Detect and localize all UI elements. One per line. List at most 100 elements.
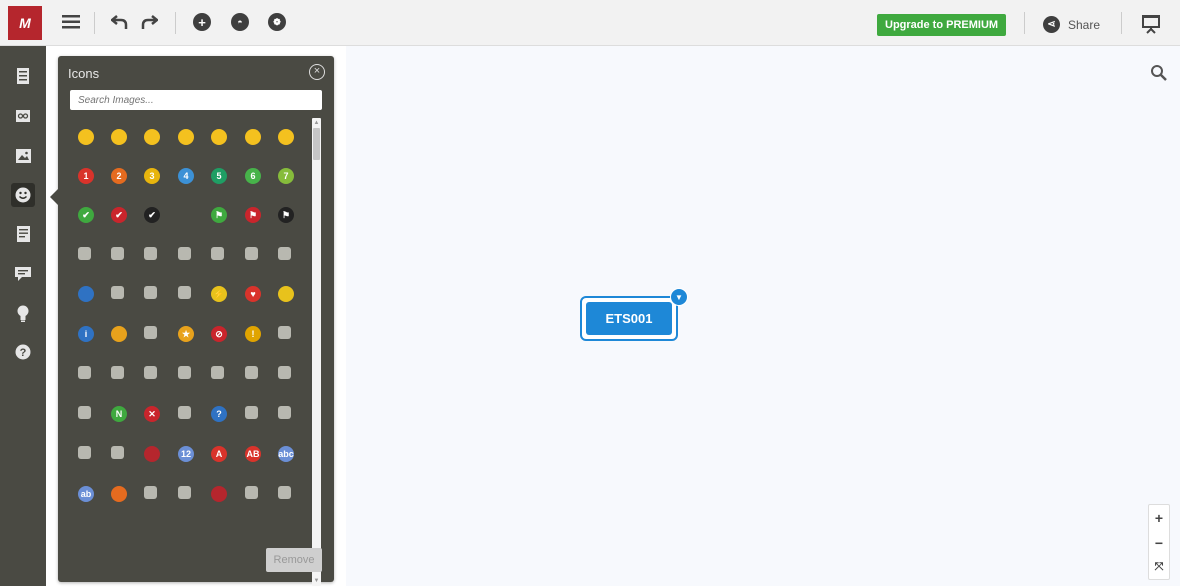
library-icon[interactable]: ✕ xyxy=(144,406,160,422)
view-icon[interactable]: ◓ xyxy=(227,9,253,35)
library-icon[interactable]: ⚑ xyxy=(245,207,261,223)
library-icon[interactable] xyxy=(144,286,157,299)
library-icon[interactable] xyxy=(278,366,291,379)
library-icon[interactable] xyxy=(78,247,91,260)
redo-icon[interactable] xyxy=(136,9,162,35)
mindmap-node[interactable]: ETS001 xyxy=(580,296,678,341)
library-icon[interactable]: ✔ xyxy=(78,207,94,223)
library-icon[interactable] xyxy=(111,446,124,459)
scroll-down-arrow[interactable]: ▼ xyxy=(313,577,320,585)
library-icon[interactable]: 12 xyxy=(178,446,194,462)
library-icon[interactable]: ✔ xyxy=(111,207,127,223)
library-icon[interactable] xyxy=(278,406,291,419)
library-icon[interactable] xyxy=(278,247,291,260)
library-icon[interactable] xyxy=(144,486,157,499)
library-icon[interactable] xyxy=(211,247,224,260)
library-icon[interactable] xyxy=(111,326,127,342)
library-icon[interactable] xyxy=(144,326,157,339)
library-icon[interactable] xyxy=(78,286,94,302)
library-icon[interactable] xyxy=(78,129,94,145)
comments-icon[interactable] xyxy=(11,262,35,286)
zoom-in-button[interactable]: + xyxy=(1155,510,1163,526)
library-icon[interactable] xyxy=(111,129,127,145)
library-icon[interactable]: ⚡ xyxy=(211,286,227,302)
library-icon[interactable] xyxy=(245,366,258,379)
present-icon[interactable] xyxy=(1140,14,1162,34)
library-icon[interactable] xyxy=(211,486,227,502)
library-icon[interactable]: ? xyxy=(211,406,227,422)
library-icon[interactable]: 5 xyxy=(211,168,227,184)
remove-button[interactable]: Remove xyxy=(266,548,322,572)
library-icon[interactable]: 6 xyxy=(245,168,261,184)
library-icon[interactable] xyxy=(278,326,291,339)
library-icon[interactable] xyxy=(178,366,191,379)
library-icon[interactable] xyxy=(144,247,157,260)
menu-icon[interactable] xyxy=(58,9,84,35)
library-icon[interactable] xyxy=(178,247,191,260)
library-icon[interactable]: N xyxy=(111,406,127,422)
zoom-out-button[interactable]: − xyxy=(1155,535,1163,551)
library-icon[interactable]: 4 xyxy=(178,168,194,184)
palette-icon[interactable]: ❁ xyxy=(264,9,290,35)
upgrade-premium-button[interactable]: Upgrade to PREMIUM xyxy=(877,14,1007,36)
library-icon[interactable]: abc xyxy=(278,446,294,462)
library-icon[interactable]: ab xyxy=(78,486,94,502)
idea-bulb-icon[interactable] xyxy=(11,301,35,325)
library-icon[interactable] xyxy=(278,129,294,145)
library-icon[interactable] xyxy=(111,486,127,502)
library-icon[interactable]: ⚑ xyxy=(278,207,294,223)
close-icon[interactable]: × xyxy=(309,64,325,80)
search-images-input[interactable] xyxy=(70,90,322,110)
library-icon[interactable]: 7 xyxy=(278,168,294,184)
library-icon[interactable] xyxy=(278,486,291,499)
library-icon[interactable] xyxy=(111,366,124,379)
library-icon[interactable] xyxy=(144,366,157,379)
library-icon[interactable] xyxy=(78,366,91,379)
library-icon[interactable] xyxy=(111,286,124,299)
library-icon[interactable]: ★ xyxy=(178,326,194,342)
library-icon[interactable] xyxy=(211,129,227,145)
library-icon[interactable]: ✔ xyxy=(144,207,160,223)
library-icon[interactable] xyxy=(144,446,160,462)
add-node-icon[interactable]: + xyxy=(189,9,215,35)
library-icon[interactable] xyxy=(78,406,91,419)
library-icon[interactable]: i xyxy=(78,326,94,342)
library-icon[interactable] xyxy=(211,366,224,379)
link-icon[interactable] xyxy=(11,104,35,128)
library-icon[interactable] xyxy=(78,446,91,459)
library-icon[interactable] xyxy=(111,247,124,260)
library-icon[interactable]: ⊘ xyxy=(211,326,227,342)
library-icon[interactable]: ♥ xyxy=(245,286,261,302)
scroll-thumb[interactable] xyxy=(313,128,320,160)
library-icon[interactable]: 1 xyxy=(78,168,94,184)
mindmap-canvas[interactable] xyxy=(346,46,1180,586)
icons-tab-smiley-icon[interactable] xyxy=(11,183,35,207)
library-icon[interactable] xyxy=(245,406,258,419)
library-icon[interactable] xyxy=(245,247,258,260)
library-icon[interactable] xyxy=(178,286,191,299)
library-icon[interactable] xyxy=(144,129,160,145)
library-icon[interactable] xyxy=(278,286,294,302)
notes-icon[interactable] xyxy=(11,222,35,246)
search-icon[interactable] xyxy=(1150,64,1168,87)
library-icon[interactable]: A xyxy=(211,446,227,462)
library-icon[interactable] xyxy=(245,486,258,499)
share-button[interactable]: ⋖ Share xyxy=(1043,16,1100,33)
outline-icon[interactable] xyxy=(11,64,35,88)
scroll-up-arrow[interactable]: ▲ xyxy=(313,119,320,127)
library-icon[interactable]: ⚑ xyxy=(211,207,227,223)
library-icon[interactable]: 3 xyxy=(144,168,160,184)
help-icon[interactable]: ? xyxy=(11,340,35,364)
app-logo[interactable]: M xyxy=(8,6,42,40)
library-icon[interactable] xyxy=(178,486,191,499)
icon-grid-scrollbar[interactable]: ▲ ▼ xyxy=(312,118,321,586)
library-icon[interactable] xyxy=(245,129,261,145)
library-icon[interactable] xyxy=(178,406,191,419)
library-icon[interactable]: 2 xyxy=(111,168,127,184)
image-icon[interactable] xyxy=(11,144,35,168)
fit-screen-button[interactable]: ⤧ xyxy=(1155,561,1164,574)
library-icon[interactable]: AB xyxy=(245,446,261,462)
library-icon[interactable]: ! xyxy=(245,326,261,342)
node-collapse-toggle-icon[interactable]: ▼ xyxy=(670,288,688,306)
library-icon[interactable] xyxy=(178,129,194,145)
